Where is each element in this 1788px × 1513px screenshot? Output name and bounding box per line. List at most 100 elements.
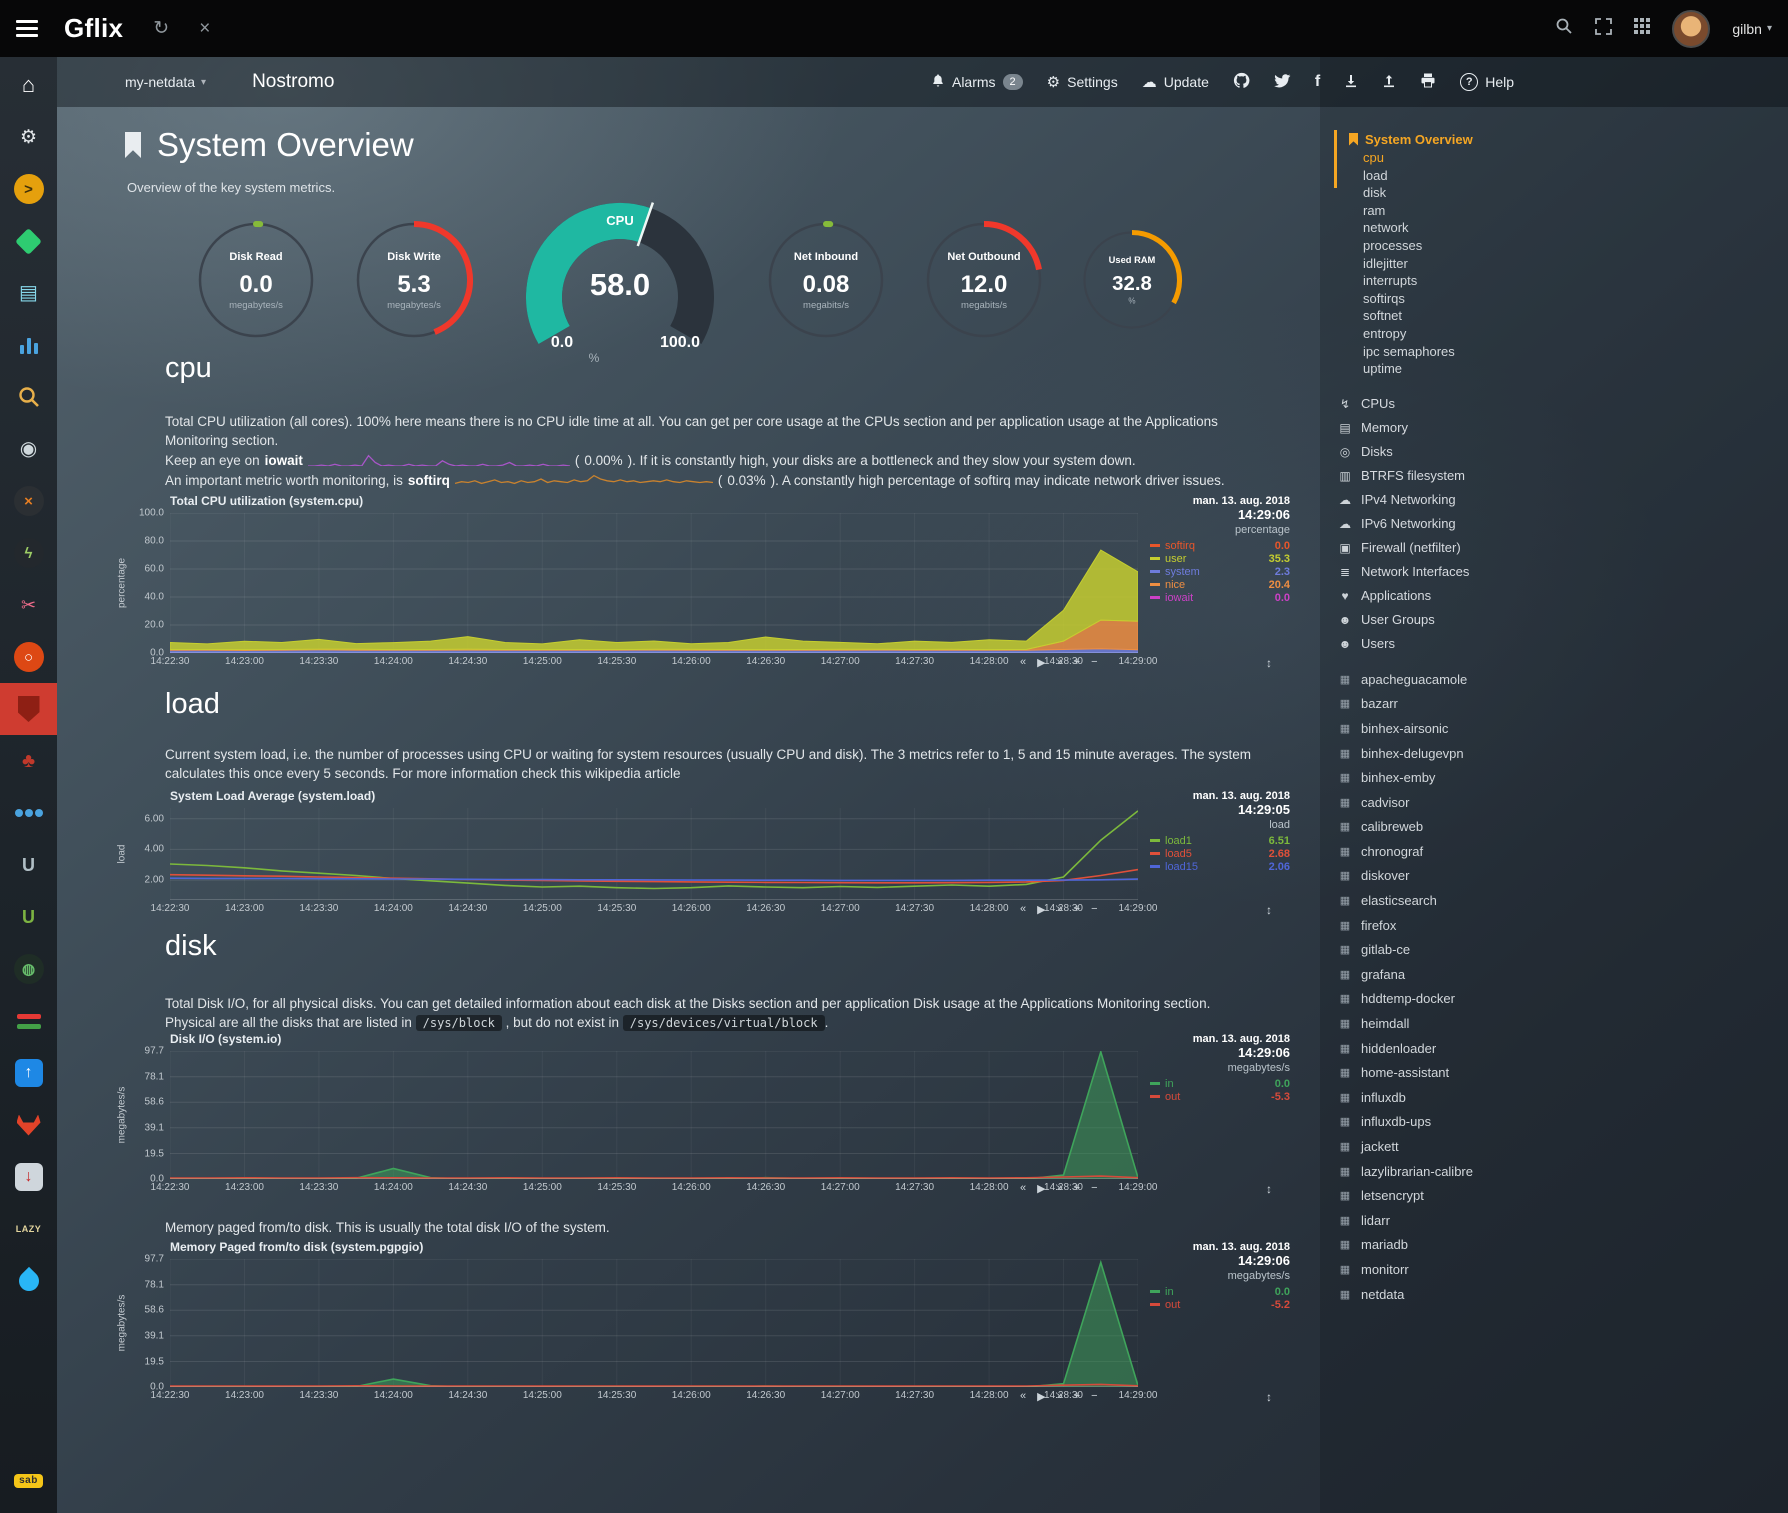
menu-item-lazylibrarian-calibre[interactable]: ▦lazylibrarian-calibre [1337, 1160, 1788, 1185]
settings-button[interactable]: ⚙Settings [1047, 73, 1118, 91]
menu-item-hiddenloader[interactable]: ▦hiddenloader [1337, 1037, 1788, 1062]
sidebar-tab-downloader[interactable]: ↓ [0, 1151, 57, 1203]
menu-item-influxdb[interactable]: ▦influxdb [1337, 1086, 1788, 1111]
menu-item-cpu[interactable]: cpu [1349, 149, 1788, 167]
menu-item-network-interfaces[interactable]: ≣Network Interfaces [1337, 560, 1788, 584]
menu-item-btrfs-filesystem[interactable]: ▥BTRFS filesystem [1337, 464, 1788, 488]
menu-item-applications[interactable]: ♥Applications [1337, 584, 1788, 608]
play-button[interactable]: ▶ [1037, 1182, 1045, 1195]
chart-resize-handle[interactable]: ↕ [1266, 1182, 1272, 1196]
legend-item-nice[interactable]: nice20.4 [1150, 578, 1290, 591]
menu-item-cpus[interactable]: ↯CPUs [1337, 392, 1788, 416]
zoom-in-button[interactable]: + [1074, 1390, 1080, 1403]
menu-item-users[interactable]: ☻Users [1337, 632, 1788, 656]
sidebar-tab-duplicati[interactable]: ◍ [0, 943, 57, 995]
menu-item-firefox[interactable]: ▦firefox [1337, 914, 1788, 939]
menu-item-uptime[interactable]: uptime [1349, 360, 1788, 378]
sidebar-tab-jackett[interactable] [0, 371, 57, 423]
menu-item-binhex-airsonic[interactable]: ▦binhex-airsonic [1337, 717, 1788, 742]
menu-item-interrupts[interactable]: interrupts [1349, 272, 1788, 290]
sidebar-tab-emby[interactable]: ◉ [0, 423, 57, 475]
pan-backward-button[interactable]: « [1020, 1182, 1026, 1195]
pan-forward-button[interactable]: » [1057, 656, 1063, 669]
pan-backward-button[interactable]: « [1020, 1390, 1026, 1403]
chart-resize-handle[interactable]: ↕ [1266, 903, 1272, 917]
menu-item-ipc-semaphores[interactable]: ipc semaphores [1349, 343, 1788, 361]
menu-item-system-overview[interactable]: System Overview [1349, 129, 1788, 149]
legend-item-user[interactable]: user35.3 [1150, 552, 1290, 565]
legend-item-load15[interactable]: load152.06 [1150, 860, 1290, 873]
sidebar-tab-airsonic[interactable] [0, 319, 57, 371]
close-icon[interactable]: × [199, 18, 210, 40]
sidebar-tab-ubuntu[interactable]: ○ [0, 631, 57, 683]
menu-item-grafana[interactable]: ▦grafana [1337, 963, 1788, 988]
hamburger-menu-icon[interactable] [16, 16, 38, 41]
export-download-button[interactable] [1344, 74, 1358, 91]
menu-item-user-groups[interactable]: ☻User Groups [1337, 608, 1788, 632]
chart-canvas[interactable] [170, 513, 1138, 658]
menu-item-apacheguacamole[interactable]: ▦apacheguacamole [1337, 668, 1788, 693]
zoom-in-button[interactable]: + [1074, 903, 1080, 916]
menu-item-disk[interactable]: disk [1349, 184, 1788, 202]
menu-item-jackett[interactable]: ▦jackett [1337, 1135, 1788, 1160]
play-button[interactable]: ▶ [1037, 656, 1045, 669]
zoom-in-button[interactable]: + [1074, 1182, 1080, 1195]
menu-item-mariadb[interactable]: ▦mariadb [1337, 1233, 1788, 1258]
menu-item-softirqs[interactable]: softirqs [1349, 290, 1788, 308]
menu-item-ipv6-networking[interactable]: ☁IPv6 Networking [1337, 512, 1788, 536]
alarms-button[interactable]: Alarms 2 [931, 73, 1023, 91]
menu-item-lidarr[interactable]: ▦lidarr [1337, 1209, 1788, 1234]
menu-item-binhex-delugevpn[interactable]: ▦binhex-delugevpn [1337, 742, 1788, 767]
facebook-link[interactable]: f [1315, 73, 1320, 91]
sidebar-tab-sabnzbd[interactable]: sab [0, 1455, 57, 1507]
menu-item-ipv4-networking[interactable]: ☁IPv4 Networking [1337, 488, 1788, 512]
sidebar-tab-status-monitor[interactable] [0, 995, 57, 1047]
chart-canvas[interactable] [170, 1259, 1138, 1392]
menu-item-home-assistant[interactable]: ▦home-assistant [1337, 1061, 1788, 1086]
legend-item-load5[interactable]: load52.68 [1150, 847, 1290, 860]
print-button[interactable] [1420, 73, 1436, 91]
sidebar-tab-netdata[interactable] [0, 683, 57, 735]
menu-item-firewall-netfilter[interactable]: ▣Firewall (netfilter) [1337, 536, 1788, 560]
menu-item-bazarr[interactable]: ▦bazarr [1337, 692, 1788, 717]
sidebar-tab-deluge[interactable] [0, 1255, 57, 1307]
refresh-icon[interactable]: ↻ [153, 17, 169, 40]
user-avatar[interactable] [1672, 10, 1710, 48]
sidebar-tab-unraid[interactable]: U [0, 839, 57, 891]
github-link[interactable] [1233, 72, 1250, 92]
menu-item-idlejitter[interactable]: idlejitter [1349, 255, 1788, 273]
menu-item-elasticsearch[interactable]: ▦elasticsearch [1337, 889, 1788, 914]
fullscreen-icon[interactable] [1595, 18, 1612, 40]
zoom-out-button[interactable]: − [1091, 656, 1097, 669]
sidebar-tab-nextcloud[interactable] [0, 787, 57, 839]
zoom-out-button[interactable]: − [1091, 903, 1097, 916]
menu-item-letsencrypt[interactable]: ▦letsencrypt [1337, 1184, 1788, 1209]
sidebar-tab-tautulli[interactable]: ϟ [0, 527, 57, 579]
user-menu[interactable]: gilbn▾ [1732, 21, 1772, 37]
legend-item-softirq[interactable]: softirq0.0 [1150, 539, 1290, 552]
import-upload-button[interactable] [1382, 74, 1396, 91]
menu-item-heimdall[interactable]: ▦heimdall [1337, 1012, 1788, 1037]
help-button[interactable]: ?Help [1460, 73, 1514, 91]
zoom-out-button[interactable]: − [1091, 1390, 1097, 1403]
menu-item-calibreweb[interactable]: ▦calibreweb [1337, 815, 1788, 840]
legend-item-iowait[interactable]: iowait0.0 [1150, 591, 1290, 604]
pan-backward-button[interactable]: « [1020, 656, 1026, 669]
menu-item-ram[interactable]: ram [1349, 202, 1788, 220]
play-button[interactable]: ▶ [1037, 903, 1045, 916]
play-button[interactable]: ▶ [1037, 1390, 1045, 1403]
sidebar-tab-settings[interactable]: ⚙ [0, 111, 57, 163]
menu-item-softnet[interactable]: softnet [1349, 307, 1788, 325]
menu-item-chronograf[interactable]: ▦chronograf [1337, 840, 1788, 865]
menu-item-processes[interactable]: processes [1349, 237, 1788, 255]
menu-item-entropy[interactable]: entropy [1349, 325, 1788, 343]
menu-item-netdata[interactable]: ▦netdata [1337, 1283, 1788, 1308]
search-icon[interactable] [1555, 17, 1573, 40]
menu-item-load[interactable]: load [1349, 167, 1788, 185]
sidebar-tab-home[interactable]: ⌂ [0, 59, 57, 111]
legend-item-load1[interactable]: load16.51 [1150, 834, 1290, 847]
menu-item-memory[interactable]: ▤Memory [1337, 416, 1788, 440]
pan-forward-button[interactable]: » [1057, 1182, 1063, 1195]
sidebar-tab-nzbget[interactable] [0, 215, 57, 267]
apps-grid-icon[interactable] [1634, 18, 1650, 39]
